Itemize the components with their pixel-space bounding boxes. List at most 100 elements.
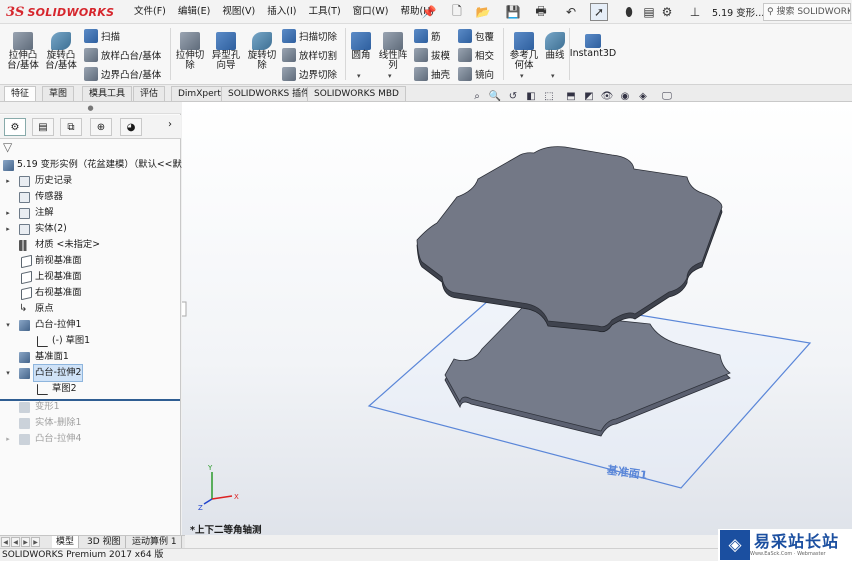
- first-tab-icon[interactable]: ◀: [1, 537, 10, 547]
- tree-item-history[interactable]: ▸ 历史记录: [0, 173, 180, 189]
- fillet-button[interactable]: 圆角: [349, 32, 373, 61]
- solidworks-logo[interactable]: 3S SOLIDWORKS: [6, 4, 114, 20]
- select-pointer-icon[interactable]: ➚: [590, 3, 608, 21]
- expand-arrow-icon[interactable]: ▸: [4, 173, 12, 189]
- zoom-to-fit-icon[interactable]: ⌕: [470, 89, 484, 103]
- collapse-handle[interactable]: [179, 301, 187, 317]
- display-manager-tab-icon[interactable]: ◕: [120, 118, 142, 136]
- previous-tab-icon[interactable]: ◀: [11, 537, 20, 547]
- curves-dropdown-icon[interactable]: ▾: [551, 72, 555, 80]
- hole-wizard-button[interactable]: 异型孔 向导: [208, 32, 244, 71]
- filter-icon[interactable]: ▽: [3, 140, 12, 154]
- panel-drag-handle[interactable]: ●: [0, 102, 181, 114]
- tree-item-boss-extrude4[interactable]: ▸ 凸台-拉伸4: [0, 431, 180, 447]
- draft-button[interactable]: 拔模: [414, 47, 450, 63]
- revolve-cut-button[interactable]: 旋转切 除: [246, 32, 278, 71]
- menu-insert[interactable]: 插入(I): [261, 5, 302, 19]
- dynamic-annotation-icon[interactable]: ⬚: [542, 89, 556, 103]
- file-properties-icon[interactable]: ▤: [640, 3, 658, 21]
- graphics-area[interactable]: 基准面1 Y X Z: [179, 102, 852, 535]
- dimxpert-manager-tab-icon[interactable]: ⊕: [90, 118, 112, 136]
- collapse-arrow-icon[interactable]: ▾: [4, 365, 12, 381]
- wrap-button[interactable]: 包覆: [458, 28, 494, 44]
- property-manager-tab-icon[interactable]: ▤: [32, 118, 54, 136]
- rib-button[interactable]: 筋: [414, 28, 441, 44]
- search-input[interactable]: ⚲ 搜索 SOLIDWORKS: [763, 3, 851, 21]
- tree-item-top-plane[interactable]: 上视基准面: [0, 269, 180, 285]
- tab-model[interactable]: 模型: [52, 536, 80, 548]
- tree-item-boss-extrude1[interactable]: ▾ 凸台-拉伸1: [0, 317, 180, 333]
- boundary-boss-button[interactable]: 边界凸台/基体: [84, 66, 161, 82]
- next-tab-icon[interactable]: ▶: [21, 537, 30, 547]
- display-style-icon[interactable]: ◩: [582, 89, 596, 103]
- apply-scene-icon[interactable]: ◈: [636, 89, 650, 103]
- tree-item-material[interactable]: 材质 <未指定>: [0, 237, 180, 253]
- tree-item-flex1[interactable]: 变形1: [0, 399, 180, 415]
- save-icon[interactable]: 💾: [504, 3, 522, 21]
- tree-item-right-plane[interactable]: 右视基准面: [0, 285, 180, 301]
- new-document-icon[interactable]: 🗋: [448, 3, 466, 21]
- curves-button[interactable]: 曲线: [543, 32, 567, 61]
- expand-arrow-icon[interactable]: ▸: [4, 205, 12, 221]
- sweep-button[interactable]: 扫描: [84, 28, 120, 44]
- extrude-boss-button[interactable]: 拉伸凸 台/基体: [6, 32, 40, 71]
- lofted-cut-button[interactable]: 放样切割: [282, 47, 337, 63]
- tree-item-solid-bodies[interactable]: ▸ 实体(2): [0, 221, 180, 237]
- tree-item-boss-extrude2[interactable]: ▾ 凸台-拉伸2: [0, 364, 180, 382]
- fillet-dropdown-icon[interactable]: ▾: [357, 72, 361, 80]
- linear-pattern-button[interactable]: 线性阵 列: [376, 32, 410, 71]
- tree-item-sensors[interactable]: 传感器: [0, 189, 180, 205]
- tab-features[interactable]: 特征: [4, 86, 37, 101]
- tab-evaluate[interactable]: 评估: [133, 86, 166, 101]
- extrude-cut-button[interactable]: 拉伸切 除: [174, 32, 206, 71]
- tree-item-origin[interactable]: ↳ 原点: [0, 301, 180, 317]
- undo-icon[interactable]: ↶: [562, 3, 580, 21]
- reference-geometry-button[interactable]: 参考几 何体: [507, 32, 541, 71]
- tab-solidworks-addins[interactable]: SOLIDWORKS 插件: [221, 86, 318, 101]
- tree-item-annotations[interactable]: ▸ 注解: [0, 205, 180, 221]
- expand-arrow-icon[interactable]: ▸: [4, 221, 12, 237]
- tree-root[interactable]: 5.19 变形实例（花盆建模）（默认<<默认: [0, 157, 191, 173]
- section-view-icon[interactable]: ◧: [524, 89, 538, 103]
- menu-tools[interactable]: 工具(T): [302, 5, 346, 19]
- expand-arrow-icon[interactable]: ▸: [4, 431, 12, 447]
- swept-cut-button[interactable]: 扫描切除: [282, 28, 337, 44]
- tab-solidworks-mbd[interactable]: SOLIDWORKS MBD: [307, 86, 406, 101]
- menu-edit[interactable]: 编辑(E): [172, 5, 216, 19]
- loft-button[interactable]: 放样凸台/基体: [84, 47, 161, 63]
- rebuild-icon[interactable]: ⊥: [686, 3, 704, 21]
- collapse-arrow-icon[interactable]: ▾: [4, 317, 12, 333]
- chevron-right-icon[interactable]: ›: [168, 119, 172, 130]
- intersect-button[interactable]: 相交: [458, 47, 494, 63]
- zoom-to-area-icon[interactable]: 🔍: [488, 89, 502, 103]
- previous-view-icon[interactable]: ↺: [506, 89, 520, 103]
- open-folder-icon[interactable]: 📂: [474, 3, 492, 21]
- menu-window[interactable]: 窗口(W): [347, 5, 395, 19]
- tab-3d-view[interactable]: 3D 视图: [83, 536, 126, 548]
- boundary-cut-button[interactable]: 边界切除: [282, 66, 337, 82]
- shell-button[interactable]: 抽壳: [414, 66, 450, 82]
- tab-motion-study[interactable]: 运动算例 1: [128, 536, 182, 548]
- mirror-button[interactable]: 镜向: [458, 66, 494, 82]
- menu-file[interactable]: 文件(F): [128, 5, 172, 19]
- tree-item-body-delete1[interactable]: 实体-删除1: [0, 415, 180, 431]
- options-gear-icon[interactable]: ⚙: [658, 3, 676, 21]
- instant3d-button[interactable]: Instant3D: [570, 34, 616, 59]
- pin-icon[interactable]: 📌: [420, 3, 438, 21]
- tab-sketch[interactable]: 草图: [42, 86, 75, 101]
- revolve-boss-button[interactable]: 旋转凸 台/基体: [43, 32, 79, 71]
- configuration-manager-tab-icon[interactable]: ⧉: [60, 118, 82, 136]
- view-settings-icon[interactable]: 🖵: [660, 89, 674, 103]
- pattern-dropdown-icon[interactable]: ▾: [388, 72, 392, 80]
- last-tab-icon[interactable]: ▶: [31, 537, 40, 547]
- reference-geometry-dropdown-icon[interactable]: ▾: [520, 72, 524, 80]
- view-orientation-icon[interactable]: ⬒: [564, 89, 578, 103]
- hide-show-items-icon[interactable]: 👁: [600, 89, 614, 103]
- tab-mold-tools[interactable]: 模具工具: [82, 86, 133, 101]
- edit-appearance-icon[interactable]: ◉: [618, 89, 632, 103]
- tree-item-front-plane[interactable]: 前视基准面: [0, 253, 180, 269]
- tab-dimxpert[interactable]: DimXpert: [171, 86, 228, 101]
- tree-item-plane1[interactable]: 基准面1: [0, 349, 180, 365]
- tree-item-sketch1[interactable]: (-) 草图1: [0, 333, 180, 349]
- feature-manager-tab-icon[interactable]: ⚙: [4, 118, 26, 136]
